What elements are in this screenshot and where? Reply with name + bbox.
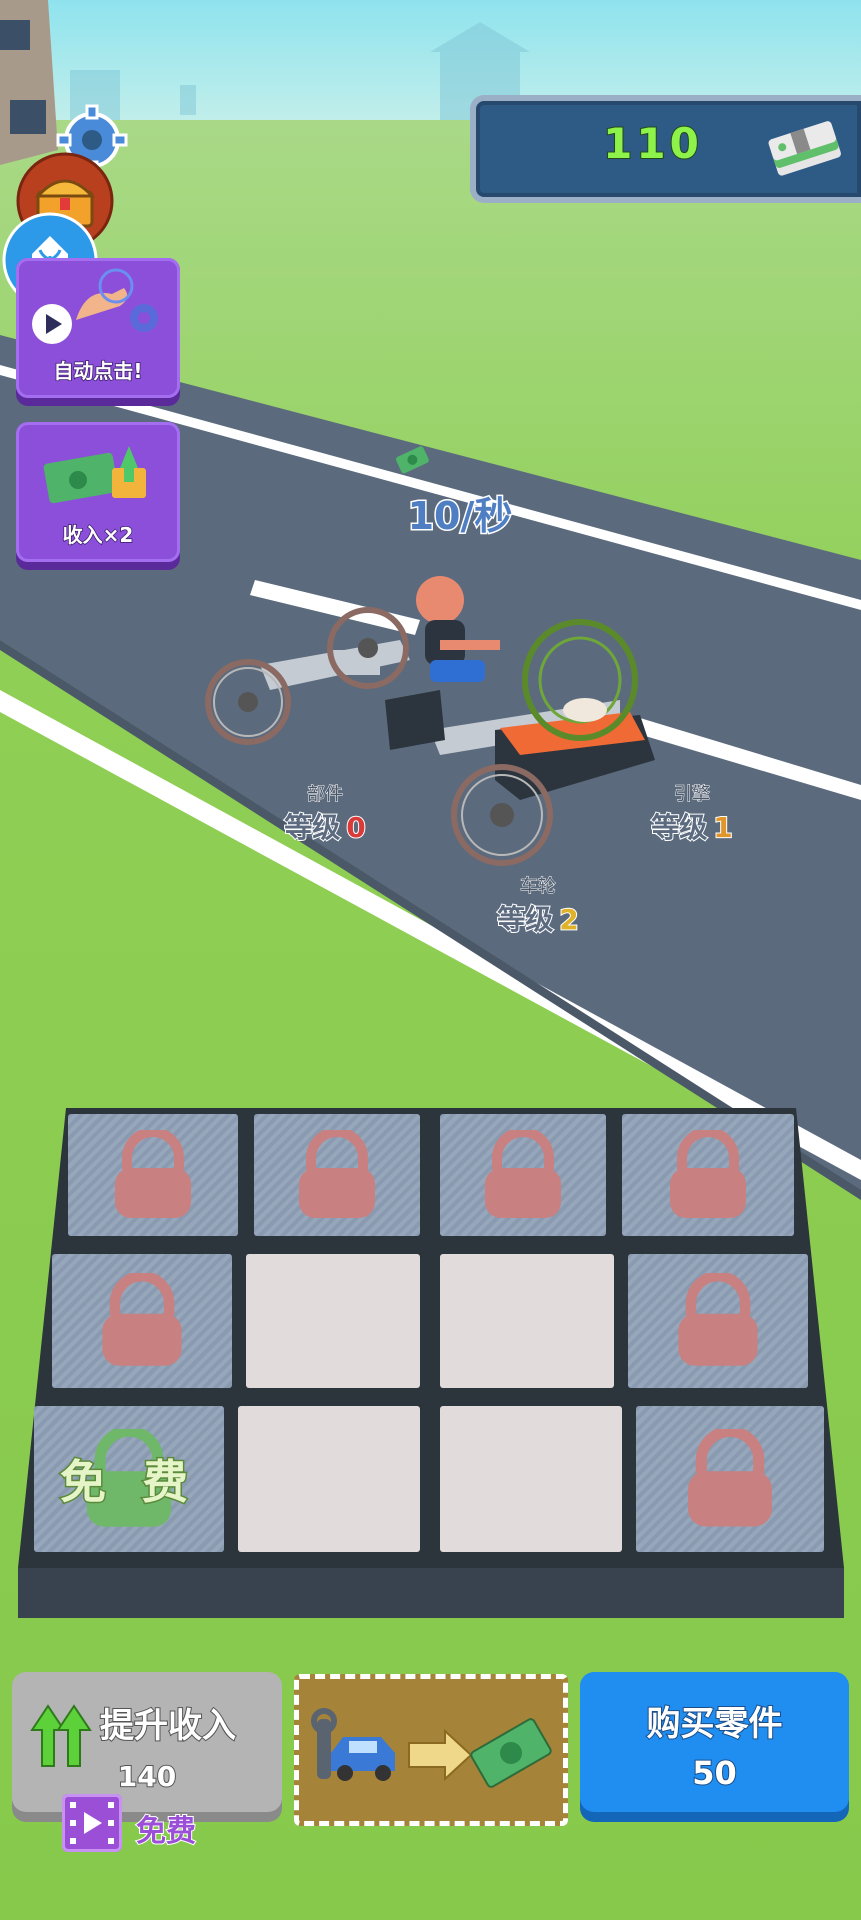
lock-icon xyxy=(485,1130,561,1218)
grid-cell-empty[interactable] xyxy=(246,1254,420,1388)
wheels-level-prefix: 等级 xyxy=(496,902,554,937)
grid-cell-empty[interactable] xyxy=(440,1254,614,1388)
buy-parts-button[interactable]: 购买零件 50 xyxy=(580,1672,849,1812)
lock-icon xyxy=(115,1130,191,1218)
parts-level: 部件 等级 0 xyxy=(270,780,380,846)
parts-level-value: 0 xyxy=(345,810,367,845)
income-boost-icon xyxy=(43,446,146,504)
income-rate: 10/秒 xyxy=(406,493,514,540)
building xyxy=(0,0,58,165)
lock-icon xyxy=(670,1130,746,1218)
merge-grid: 免 费 xyxy=(18,1108,844,1618)
lock-icon xyxy=(678,1273,758,1366)
video-ad-icon[interactable] xyxy=(62,1794,122,1852)
grid-cell-free[interactable]: 免 费 xyxy=(34,1406,224,1552)
grid-cell-locked[interactable] xyxy=(52,1254,232,1388)
parts-level-prefix: 等级 xyxy=(283,810,341,845)
engine-level: 引擎 等级 1 xyxy=(632,780,752,846)
grid-cell-locked[interactable] xyxy=(622,1114,794,1236)
wheels-level-name: 车轮 xyxy=(520,876,557,898)
money-panel: 110 xyxy=(470,95,861,203)
money-value: 110 xyxy=(602,118,703,169)
income-x2-label: 收入×2 xyxy=(62,522,134,548)
engine-level-name: 引擎 xyxy=(674,784,711,806)
grid-cell-locked[interactable] xyxy=(68,1114,238,1236)
grid-cell-empty[interactable] xyxy=(440,1406,622,1552)
free-unlock-label: 免 费 xyxy=(58,1454,198,1511)
grid-cell-empty[interactable] xyxy=(238,1406,420,1552)
grid-cell-locked[interactable] xyxy=(636,1406,824,1552)
cash-stack-icon xyxy=(768,121,841,176)
sell-car-button[interactable] xyxy=(294,1674,568,1826)
parts-level-name: 部件 xyxy=(307,784,344,806)
lock-icon xyxy=(102,1273,182,1366)
upgrade-income-button[interactable]: 提升收入 140 xyxy=(12,1672,282,1812)
upgrade-arrows-icon xyxy=(30,1704,92,1767)
grid-cell-locked[interactable] xyxy=(254,1114,420,1236)
upgrade-income-price: 140 xyxy=(117,1759,177,1794)
lock-icon xyxy=(688,1429,772,1527)
engine-level-prefix: 等级 xyxy=(650,810,708,845)
wheels-level: 车轮 等级 2 xyxy=(478,872,598,938)
auto-click-icon xyxy=(32,268,158,344)
buy-parts-label: 购买零件 xyxy=(646,1703,784,1745)
auto-click-button[interactable]: 自动点击! xyxy=(16,258,180,398)
wheels-level-value: 2 xyxy=(558,902,580,937)
grid-cell-locked[interactable] xyxy=(628,1254,808,1388)
grid-cell-locked[interactable] xyxy=(440,1114,606,1236)
upgrade-income-label: 提升收入 xyxy=(99,1705,237,1747)
engine-level-value: 1 xyxy=(712,810,734,845)
buy-parts-price: 50 xyxy=(691,1753,738,1793)
free-upgrade-label[interactable]: 免费 xyxy=(135,1806,197,1850)
auto-click-label: 自动点击! xyxy=(53,358,144,384)
car-to-cash-icon xyxy=(311,1708,552,1788)
income-x2-button[interactable]: 收入×2 xyxy=(16,422,180,562)
lock-icon xyxy=(299,1130,375,1218)
